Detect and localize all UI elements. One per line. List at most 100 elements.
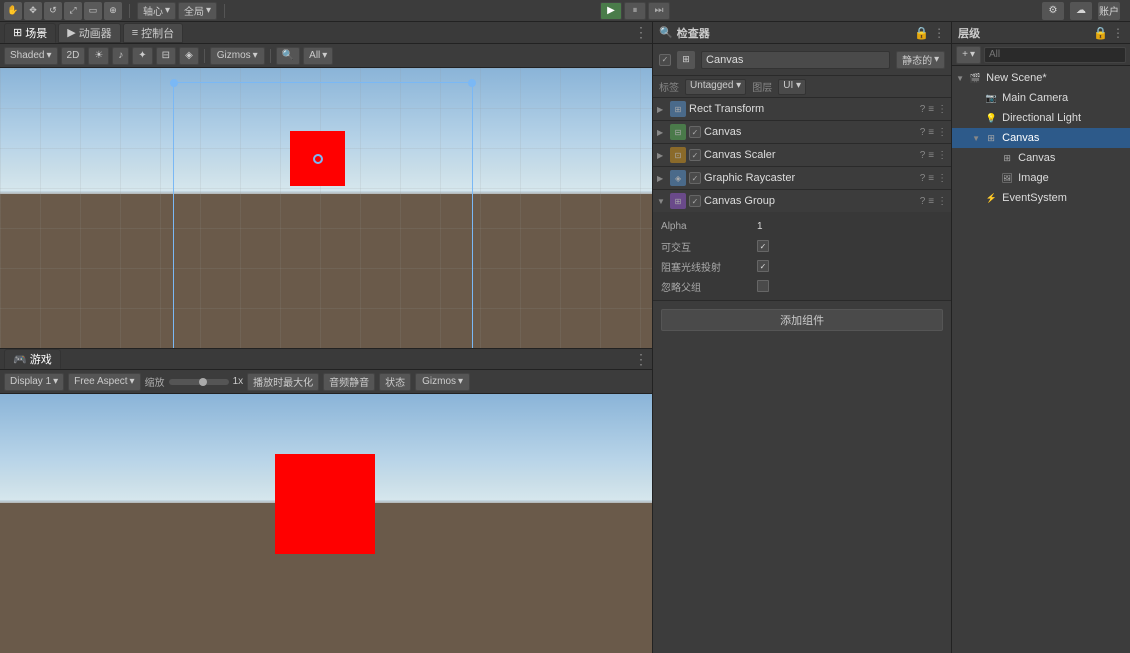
image-object-scene[interactable] [290,131,345,186]
scaler-help-icon[interactable]: ? [920,150,926,161]
light-button[interactable]: ☀ [88,47,109,65]
cloud-icon[interactable]: ☁ [1070,2,1092,20]
handle-tr[interactable] [468,79,476,87]
transform-tool[interactable]: ⊕ [104,2,122,20]
shaded-dropdown[interactable]: Shaded ▾ [4,47,58,65]
canvas-group-header[interactable]: ▼ ⊞ Canvas Group ? ≡ ⋮ [653,190,951,212]
scene-btn5[interactable]: ⊟ [156,47,176,65]
rotate-tool[interactable]: ↺ [44,2,62,20]
canvas-child-item[interactable]: ▶ ⊞ Canvas [952,148,1130,168]
pause-button[interactable]: ⏸ [624,2,646,20]
scene-view[interactable] [0,68,652,348]
scale-slider[interactable] [169,379,229,385]
main-camera-item[interactable]: ▶ 📷 Main Camera [952,88,1130,108]
state-btn[interactable]: 状态 [379,373,411,391]
hierarchy-search-input[interactable] [984,47,1126,63]
display-dropdown[interactable]: Display 1 ▾ [4,373,64,391]
audio-button[interactable]: ♪ [112,47,129,65]
game-gizmos-dropdown[interactable]: Gizmos ▾ [415,373,470,391]
raycaster-more-icon[interactable]: ⋮ [937,173,947,184]
raycaster-help-icon[interactable]: ? [920,173,926,184]
hierarchy-lock-icon[interactable]: 🔒 [1093,26,1108,40]
canvas-group-more-icon[interactable]: ⋮ [937,196,947,207]
raycaster-expand-arrow: ▶ [657,174,667,183]
console-tab[interactable]: ≡ 控制台 [123,23,183,43]
play-button[interactable]: ▶ [600,2,622,20]
directional-light-item[interactable]: ▶ 💡 Directional Light [952,108,1130,128]
handle-tl[interactable] [170,79,178,87]
global-btn[interactable]: 全局 ▾ [178,2,217,20]
fx-button[interactable]: ✦ [132,47,152,65]
scaler-enabled-checkbox[interactable] [689,149,701,161]
raycaster-enabled-checkbox[interactable] [689,172,701,184]
canvas-more-icon[interactable]: ⋮ [937,127,947,138]
rect-transform-header[interactable]: ▶ ⊞ Rect Transform ? ≡ ⋮ [653,98,951,120]
canvas-help-icon[interactable]: ? [920,127,926,138]
collab-icon[interactable]: ⚙ [1042,2,1064,20]
move-tool[interactable]: ✥ [24,2,42,20]
scaler-settings-icon[interactable]: ≡ [928,150,934,161]
rect-tool[interactable]: ▭ [84,2,102,20]
canvas-hier-label: Canvas [1002,132,1039,144]
hierarchy-more-icon[interactable]: ⋮ [1112,26,1124,40]
blocks-raycasts-checkbox[interactable] [757,260,769,272]
graphic-raycaster-header[interactable]: ▶ ◈ Graphic Raycaster ? ≡ ⋮ [653,167,951,189]
ignore-parent-checkbox[interactable] [757,280,769,292]
rect-more-icon[interactable]: ⋮ [937,104,947,115]
rect-settings-icon[interactable]: ≡ [928,104,934,115]
game-tab-more[interactable]: ⋮ [634,351,648,368]
static-dropdown[interactable]: 静态的 ▾ [896,51,945,69]
add-component-button[interactable]: 添加组件 [661,309,943,331]
canvas-enabled-checkbox[interactable] [689,126,701,138]
canvas-settings-icon[interactable]: ≡ [928,127,934,138]
mute-btn[interactable]: 音频静音 [323,373,375,391]
object-name-field[interactable] [701,51,890,69]
aspect-dropdown[interactable]: Free Aspect ▾ [68,373,140,391]
layer-dropdown[interactable]: UI ▾ [778,79,806,95]
canvas-item[interactable]: ▼ ⊞ Canvas [952,128,1130,148]
animator-tab[interactable]: ▶ 动画器 [58,23,120,43]
scene-tab[interactable]: ⊞ 场景 [4,23,56,43]
event-system-item[interactable]: ▶ ⚡ EventSystem [952,188,1130,208]
hand-tool[interactable]: ✋ [4,2,22,20]
canvas-expand-arrow: ▼ [972,134,982,143]
canvas-scaler-header[interactable]: ▶ ⊡ Canvas Scaler ? ≡ ⋮ [653,144,951,166]
scale-handle[interactable] [199,378,207,386]
all-dropdown[interactable]: All ▾ [303,47,333,65]
scaler-more-icon[interactable]: ⋮ [937,150,947,161]
scene-btn6[interactable]: ◈ [179,47,199,65]
interactable-label: 可交互 [661,239,751,254]
scale-tool[interactable]: ⤢ [64,2,82,20]
game-tab[interactable]: 🎮 游戏 [4,349,61,369]
canvas-group-enabled-checkbox[interactable] [689,195,701,207]
step-button[interactable]: ⏭ [648,2,670,20]
canvas-group-settings-icon[interactable]: ≡ [928,196,934,207]
maximize-btn[interactable]: 播放时最大化 [247,373,319,391]
raycaster-settings-icon[interactable]: ≡ [928,173,934,184]
scene-tab-icon: ⊞ [13,26,22,39]
inspector-more-icon[interactable]: ⋮ [933,26,945,40]
object-active-checkbox[interactable] [659,54,671,66]
2d-button[interactable]: 2D [61,47,86,65]
pivot-indicator [313,154,323,164]
tag-dropdown[interactable]: Untagged ▾ [685,79,746,95]
gizmos-dropdown[interactable]: Gizmos ▾ [210,47,265,65]
canvas-scaler-name: Canvas Scaler [704,149,917,161]
lock-icon[interactable]: 🔒 [914,26,929,40]
canvas-group-help-icon[interactable]: ? [920,196,926,207]
ignore-parent-label: 忽略父组 [661,279,751,294]
interactable-checkbox[interactable] [757,240,769,252]
search-btn[interactable]: 🔍 [276,47,300,65]
rect-help-icon[interactable]: ? [920,104,926,115]
scene-tab-more[interactable]: ⋮ [634,24,648,41]
new-scene-item[interactable]: ▼ 🎬 New Scene* [952,68,1130,88]
game-view[interactable] [0,394,652,653]
directional-light-label: Directional Light [1002,112,1081,124]
layer-label: 图层 [752,79,772,94]
account-icon[interactable]: 账户 [1098,2,1120,20]
image-item[interactable]: ▶ 🖼 Image [952,168,1130,188]
canvas-header[interactable]: ▶ ⊟ Canvas ? ≡ ⋮ [653,121,951,143]
pivot-btn[interactable]: 轴心 ▾ [137,2,176,20]
hierarchy-plus-button[interactable]: + ▾ [956,46,981,64]
graphic-raycaster-icon: ◈ [670,170,686,186]
